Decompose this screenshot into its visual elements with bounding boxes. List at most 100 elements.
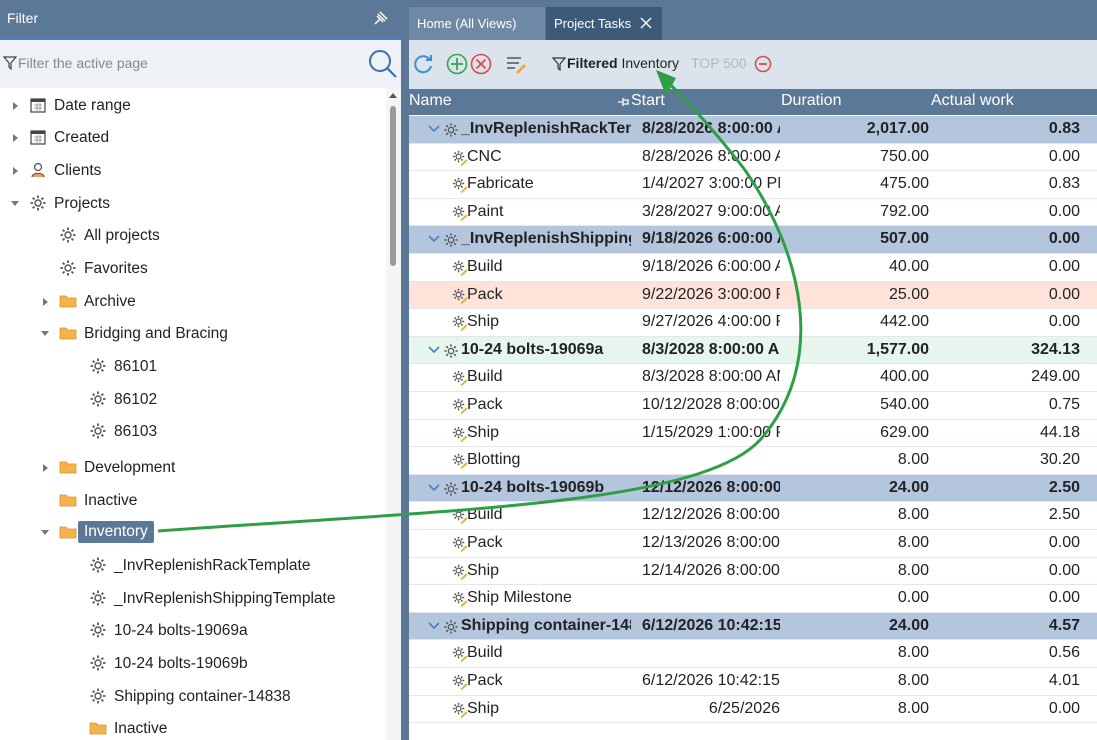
- task-name-cell: Ship: [467, 699, 500, 717]
- tree-item[interactable]: Development: [0, 455, 380, 481]
- task-row[interactable]: Paint 3/28/2027 9:00:00 AM 792.00 0.00: [409, 199, 1097, 227]
- delete-icon[interactable]: [469, 52, 493, 76]
- task-row[interactable]: Ship Milestone 0.00 0.00: [409, 585, 1097, 613]
- duration-cell: 8.00: [897, 699, 929, 717]
- tree-item[interactable]: 10-24 bolts-19069b: [0, 651, 380, 677]
- chevron-down-icon[interactable]: [11, 201, 19, 206]
- chevron-down-icon[interactable]: [41, 530, 49, 535]
- chevron-right-icon[interactable]: [13, 102, 18, 110]
- project-row[interactable]: _InvReplenishRackTemplate 8/28/2026 8:00:…: [409, 116, 1097, 144]
- actual-work-cell: 44.18: [1039, 423, 1080, 441]
- scroll-up-arrow[interactable]: [389, 93, 397, 98]
- tree-item[interactable]: All projects: [0, 223, 380, 249]
- tree-item-label: Date range: [54, 97, 131, 114]
- task-icon: [452, 647, 468, 663]
- task-icon: [452, 260, 468, 276]
- column-header-name[interactable]: Name: [409, 92, 452, 110]
- tree-item[interactable]: Date range: [0, 93, 380, 119]
- task-row[interactable]: Ship 1/15/2029 1:00:00 PM 629.00 44.18: [409, 420, 1097, 448]
- chevron-right-icon[interactable]: [13, 134, 18, 142]
- tree-item[interactable]: Inactive: [0, 488, 380, 514]
- filter-icon: [552, 57, 566, 71]
- tree-item[interactable]: Inactive: [0, 716, 380, 740]
- remove-filter-icon[interactable]: [754, 55, 772, 73]
- chevron-down-icon[interactable]: [428, 484, 440, 492]
- task-row[interactable]: Build 9/18/2026 6:00:00 AM 40.00 0.00: [409, 254, 1097, 282]
- task-row[interactable]: Fabricate 1/4/2027 3:00:00 PM 475.00 0.83: [409, 171, 1097, 199]
- task-row[interactable]: Blotting 8.00 30.20: [409, 447, 1097, 475]
- refresh-icon[interactable]: [411, 52, 435, 76]
- project-row[interactable]: 10-24 bolts-19069a 8/3/2028 8:00:00 AM 1,5…: [409, 336, 1097, 365]
- tree-item[interactable]: Shipping container-14838: [0, 684, 380, 710]
- task-row[interactable]: Build 8/3/2028 8:00:00 AM 400.00 249.00: [409, 364, 1097, 392]
- tree-item[interactable]: Archive: [0, 289, 380, 315]
- actual-work-cell: 0.56: [1048, 644, 1080, 662]
- tree-item-label: Inventory: [78, 521, 154, 543]
- panel-splitter[interactable]: [401, 0, 409, 740]
- search-icon[interactable]: [366, 48, 398, 80]
- project-row[interactable]: Shipping container-14838 6/12/2026 10:42:…: [409, 612, 1097, 641]
- tree-item[interactable]: _InvReplenishRackTemplate: [0, 553, 380, 579]
- chevron-down-icon[interactable]: [428, 235, 440, 243]
- actual-work-cell: 0.00: [1048, 202, 1080, 220]
- tree-item[interactable]: Created: [0, 125, 380, 151]
- tree-item[interactable]: 86102: [0, 387, 380, 413]
- chevron-right-icon[interactable]: [43, 464, 48, 472]
- tree-item[interactable]: 10-24 bolts-19069a: [0, 618, 380, 644]
- filter-search-bar[interactable]: Filter the active page: [0, 40, 401, 88]
- tree-item-label: Development: [84, 459, 176, 476]
- tree-item-label: Created: [54, 129, 110, 146]
- tree-scrollbar[interactable]: [386, 88, 401, 740]
- pin-icon[interactable]: [371, 10, 389, 28]
- column-pin-icon[interactable]: [617, 96, 629, 108]
- tab-project-tasks[interactable]: Project Tasks: [546, 7, 662, 40]
- tree-item[interactable]: Clients: [0, 158, 380, 184]
- task-row[interactable]: Ship 6/25/2026 8.00 0.00: [409, 696, 1097, 724]
- chevron-right-icon[interactable]: [13, 167, 18, 175]
- gear-icon: [444, 620, 458, 634]
- task-name-cell: _InvReplenishShippingTemplate: [461, 230, 631, 248]
- task-row[interactable]: Pack 12/13/2026 8:00:00 AM 8.00 0.00: [409, 530, 1097, 558]
- task-row[interactable]: Pack 6/12/2026 10:42:15 AM 8.00 4.01: [409, 668, 1097, 696]
- top-limit-label[interactable]: TOP 500: [691, 55, 747, 71]
- filtered-name: Inventory: [621, 55, 680, 71]
- tree-item[interactable]: _InvReplenishShippingTemplate: [0, 586, 380, 612]
- task-row[interactable]: Pack 9/22/2026 3:00:00 PM 25.00 0.00: [409, 281, 1097, 310]
- edit-list-icon[interactable]: [504, 52, 528, 76]
- chevron-down-icon[interactable]: [428, 125, 440, 133]
- actual-work-cell: 4.57: [1048, 616, 1080, 634]
- active-filter-label[interactable]: Filtered Inventory: [567, 55, 679, 71]
- column-header-duration[interactable]: Duration: [781, 92, 841, 110]
- chevron-down-icon[interactable]: [428, 346, 440, 354]
- filtered-prefix: Filtered: [567, 55, 618, 71]
- filter-panel-title: Filter: [7, 10, 39, 26]
- task-row[interactable]: Ship 9/27/2026 4:00:00 PM 442.00 0.00: [409, 309, 1097, 337]
- tree-item[interactable]: Projects: [0, 191, 380, 217]
- tree-item[interactable]: Favorites: [0, 256, 380, 282]
- chevron-right-icon[interactable]: [43, 298, 48, 306]
- chevron-down-icon[interactable]: [428, 622, 440, 630]
- task-row[interactable]: Ship 12/14/2026 8:00:00 AM 8.00 0.00: [409, 558, 1097, 586]
- scroll-thumb[interactable]: [390, 106, 396, 266]
- filter-panel: Filter Filter the active page Date range…: [0, 0, 401, 740]
- tree-item[interactable]: 86101: [0, 354, 380, 380]
- add-icon[interactable]: [445, 52, 469, 76]
- gear-icon: [90, 358, 106, 374]
- task-name-cell: Fabricate: [467, 175, 534, 193]
- tree-item[interactable]: Bridging and Bracing: [0, 321, 380, 347]
- tree-item[interactable]: Inventory: [0, 520, 380, 546]
- task-row[interactable]: Pack 10/12/2028 8:00:00 AM 540.00 0.75: [409, 392, 1097, 420]
- task-row[interactable]: CNC 8/28/2026 8:00:00 AM 750.00 0.00: [409, 144, 1097, 172]
- task-row[interactable]: Build 8.00 0.56: [409, 640, 1097, 668]
- filter-search-input[interactable]: Filter the active page: [18, 55, 148, 71]
- project-row[interactable]: 10-24 bolts-19069b 12/12/2026 8:00:00 AM 2…: [409, 474, 1097, 503]
- task-row[interactable]: Build 12/12/2026 8:00:00 AM 8.00 2.50: [409, 502, 1097, 530]
- person-icon: [31, 162, 45, 178]
- column-header-start[interactable]: Start: [631, 92, 665, 110]
- tab-home-all-views[interactable]: Home (All Views): [409, 7, 545, 40]
- close-icon[interactable]: [640, 17, 652, 29]
- tree-item[interactable]: 86103: [0, 419, 380, 445]
- chevron-down-icon[interactable]: [41, 331, 49, 336]
- project-row[interactable]: _InvReplenishShippingTemplate 9/18/2026 6…: [409, 226, 1097, 254]
- column-header-actual-work[interactable]: Actual work: [931, 92, 1014, 110]
